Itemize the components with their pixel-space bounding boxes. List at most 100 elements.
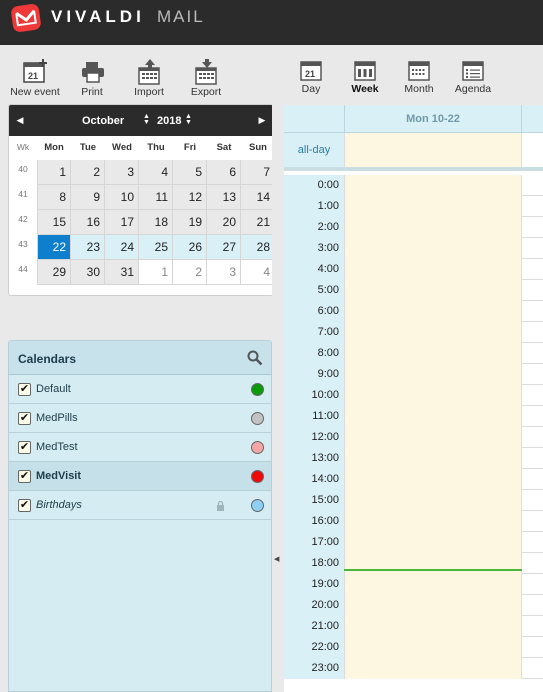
time-slot[interactable] [344, 301, 522, 322]
new-event-button[interactable]: 21 New event [5, 45, 65, 100]
week-number[interactable]: 44 [9, 260, 37, 285]
export-button[interactable]: Export [176, 45, 236, 100]
calendar-color-swatch[interactable] [251, 412, 264, 425]
day-column-header[interactable]: Mon 10-22 [344, 105, 522, 133]
calendar-day[interactable]: 9 [71, 185, 105, 210]
next-month-arrow-icon[interactable]: ▶ [251, 105, 273, 136]
calendar-day[interactable]: 18 [139, 210, 173, 235]
hour-row: 5:00 [284, 280, 543, 301]
prev-month-arrow-icon[interactable]: ◀ [9, 105, 31, 136]
calendar-day[interactable]: 29 [37, 260, 71, 285]
calendar-day-other-month[interactable]: 1 [139, 260, 173, 285]
time-slot[interactable] [344, 322, 522, 343]
calendar-day[interactable]: 19 [173, 210, 207, 235]
time-slot[interactable] [344, 406, 522, 427]
calendar-day-other-month[interactable]: 3 [207, 260, 241, 285]
time-slot[interactable] [344, 196, 522, 217]
calendar-day[interactable]: 11 [139, 185, 173, 210]
calendar-item-medtest[interactable]: ✔ MedTest [9, 433, 271, 462]
calendar-day-other-month[interactable]: 2 [173, 260, 207, 285]
calendar-day-other-month[interactable]: 4 [241, 260, 273, 285]
calendar-color-swatch[interactable] [251, 383, 264, 396]
month-select[interactable]: October [82, 115, 124, 127]
calendar-day[interactable]: 12 [173, 185, 207, 210]
calendar-day[interactable]: 21 [241, 210, 273, 235]
calendar-checkbox[interactable]: ✔ [18, 441, 31, 454]
time-slot[interactable] [344, 469, 522, 490]
search-icon[interactable] [247, 350, 263, 366]
hour-row: 15:00 [284, 490, 543, 511]
panel-splitter[interactable]: ◀ [272, 100, 284, 692]
calendar-day[interactable]: 2 [71, 160, 105, 185]
week-view-button[interactable]: Week [338, 45, 392, 100]
time-slot[interactable] [344, 490, 522, 511]
time-slot[interactable] [344, 574, 522, 595]
time-slot[interactable] [344, 217, 522, 238]
time-slot[interactable] [344, 658, 522, 679]
calendar-day[interactable]: 23 [71, 235, 105, 260]
calendar-day[interactable]: 5 [173, 160, 207, 185]
calendar-day[interactable]: 26 [173, 235, 207, 260]
calendar-day[interactable]: 20 [207, 210, 241, 235]
calendar-checkbox[interactable]: ✔ [18, 412, 31, 425]
time-slot[interactable] [344, 511, 522, 532]
agenda-view-button[interactable]: Agenda [446, 45, 500, 100]
all-day-cell[interactable] [344, 133, 522, 167]
week-number[interactable]: 42 [9, 210, 37, 235]
calendar-day[interactable]: 4 [139, 160, 173, 185]
calendar-day[interactable]: 31 [105, 260, 139, 285]
calendar-item-default[interactable]: ✔ Default [9, 375, 271, 404]
calendar-day[interactable]: 25 [139, 235, 173, 260]
month-spinner-icon[interactable]: ▲ ▼ [143, 113, 150, 126]
time-slot[interactable] [344, 259, 522, 280]
calendar-day[interactable]: 16 [71, 210, 105, 235]
calendar-day[interactable]: 28 [241, 235, 273, 260]
time-slot[interactable] [344, 385, 522, 406]
calendar-day[interactable]: 27 [207, 235, 241, 260]
week-number[interactable]: 43 [9, 235, 37, 260]
calendar-day[interactable]: 3 [105, 160, 139, 185]
calendar-checkbox[interactable]: ✔ [18, 499, 31, 512]
time-slot[interactable] [344, 637, 522, 658]
calendar-day[interactable]: 6 [207, 160, 241, 185]
time-slot[interactable] [344, 364, 522, 385]
calendar-day[interactable]: 10 [105, 185, 139, 210]
year-select[interactable]: 2018 [157, 115, 181, 127]
week-number[interactable]: 41 [9, 185, 37, 210]
year-spinner-icon[interactable]: ▲ ▼ [185, 113, 192, 126]
calendar-checkbox[interactable]: ✔ [18, 383, 31, 396]
calendar-color-swatch[interactable] [251, 441, 264, 454]
calendar-day[interactable]: 13 [207, 185, 241, 210]
calendar-day[interactable]: 7 [241, 160, 273, 185]
time-slot[interactable] [344, 616, 522, 637]
calendar-day[interactable]: 8 [37, 185, 71, 210]
day-view-button[interactable]: 21 Day [284, 45, 338, 100]
calendar-day[interactable]: 1 [37, 160, 71, 185]
time-slot[interactable] [344, 280, 522, 301]
time-slot[interactable] [344, 595, 522, 616]
print-button[interactable]: Print [62, 45, 122, 100]
time-slot[interactable] [344, 175, 522, 196]
time-slot[interactable] [344, 532, 522, 553]
calendar-day[interactable]: 17 [105, 210, 139, 235]
calendar-day[interactable]: 15 [37, 210, 71, 235]
time-slot[interactable] [344, 448, 522, 469]
calendar-color-swatch[interactable] [251, 470, 264, 483]
calendar-checkbox[interactable]: ✔ [18, 470, 31, 483]
time-slot[interactable] [344, 238, 522, 259]
calendar-item-birthdays[interactable]: ✔ Birthdays [9, 491, 271, 520]
import-button[interactable]: Import [119, 45, 179, 100]
month-view-button[interactable]: Month [392, 45, 446, 100]
week-number[interactable]: 40 [9, 160, 37, 185]
calendar-item-medvisit[interactable]: ✔ MedVisit [9, 462, 271, 491]
time-slot[interactable] [344, 427, 522, 448]
calendar-day-today[interactable]: 22 [37, 235, 71, 260]
calendar-color-swatch[interactable] [251, 499, 264, 512]
calendar-day[interactable]: 14 [241, 185, 273, 210]
calendar-item-medpills[interactable]: ✔ MedPills [9, 404, 271, 433]
calendar-day[interactable]: 30 [71, 260, 105, 285]
calendar-day[interactable]: 24 [105, 235, 139, 260]
collapse-arrow-icon[interactable]: ◀ [274, 555, 279, 563]
time-slot[interactable] [344, 343, 522, 364]
hour-label: 12:00 [284, 427, 344, 448]
